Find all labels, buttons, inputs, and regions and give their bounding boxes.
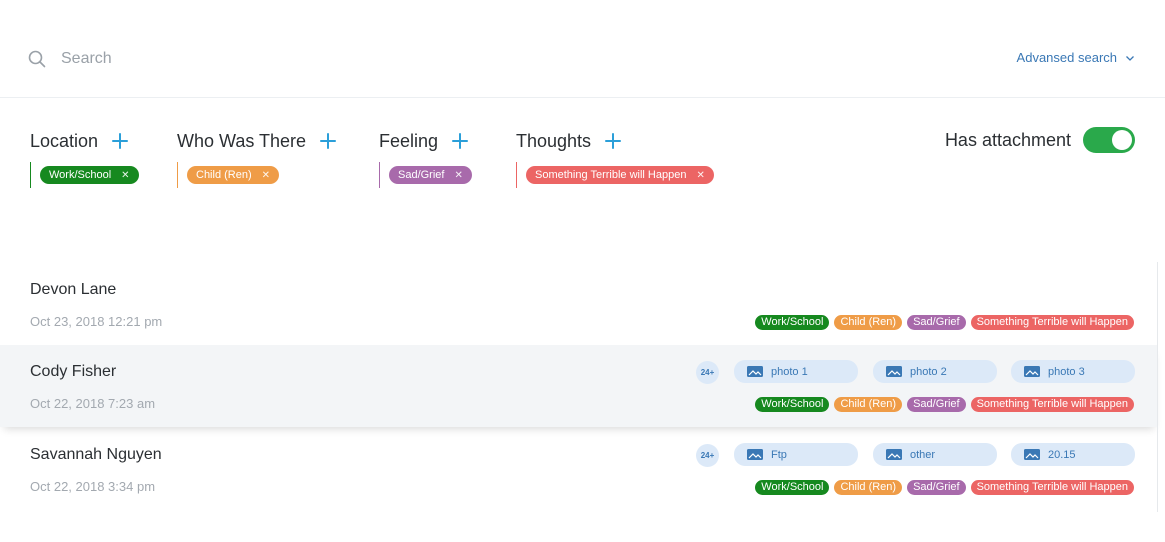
- entry-date: Oct 22, 2018 3:34 pm: [30, 479, 156, 494]
- filter-divider: [177, 162, 178, 188]
- attachment-chip[interactable]: other: [873, 443, 997, 466]
- advanced-search-label: Advansed search: [1016, 50, 1117, 65]
- close-icon[interactable]: ✕: [262, 170, 270, 181]
- list-item[interactable]: Savannah Nguyen Oct 22, 2018 3:34 pm 24+…: [0, 428, 1158, 510]
- filter-chip[interactable]: Child (Ren) ✕: [187, 166, 280, 184]
- chevron-down-icon: [1126, 55, 1134, 61]
- filter-who-was-there: Who Was There Child (Ren) ✕: [177, 130, 337, 188]
- tag-who: Child (Ren): [834, 397, 903, 412]
- filter-thoughts: Thoughts Something Terrible will Happen …: [516, 130, 714, 188]
- filter-chip-label: Child (Ren): [196, 169, 252, 181]
- advanced-search-button[interactable]: Advansed search: [1017, 50, 1135, 65]
- attachment-count-badge[interactable]: 24+: [696, 444, 719, 467]
- tag-location: Work/School: [755, 315, 830, 330]
- filter-chip[interactable]: Work/School ✕: [40, 166, 139, 184]
- attachment-chip[interactable]: photo 3: [1011, 360, 1135, 383]
- plus-icon[interactable]: [112, 133, 129, 149]
- attachment-chip[interactable]: Ftp: [734, 443, 858, 466]
- entry-tags: Work/School Child (Ren) Sad/Grief Someth…: [755, 315, 1134, 330]
- search-input[interactable]: [61, 47, 561, 71]
- has-attachment-filter: Has attachment: [945, 127, 1135, 153]
- entry-tags: Work/School Child (Ren) Sad/Grief Someth…: [755, 480, 1134, 495]
- attachment-label: 20.15: [1048, 448, 1076, 461]
- filter-chip[interactable]: Sad/Grief ✕: [389, 166, 472, 184]
- toggle-knob: [1112, 130, 1132, 150]
- image-icon: [886, 449, 902, 460]
- tag-feeling: Sad/Grief: [907, 397, 966, 412]
- close-icon[interactable]: ✕: [454, 170, 462, 181]
- tag-thoughts: Something Terrible will Happen: [970, 397, 1134, 412]
- entry-date: Oct 23, 2018 12:21 pm: [30, 314, 163, 329]
- filter-title: Feeling: [379, 130, 439, 151]
- filter-chip-label: Something Terrible will Happen: [535, 169, 687, 181]
- close-icon[interactable]: ✕: [121, 170, 129, 181]
- filter-divider: [30, 162, 31, 188]
- attachment-chip[interactable]: photo 1: [734, 360, 858, 383]
- plus-icon[interactable]: [605, 133, 622, 149]
- search-bar: Advansed search: [0, 0, 1165, 98]
- filter-feeling: Feeling Sad/Grief ✕: [379, 130, 472, 188]
- image-icon: [886, 366, 902, 377]
- filter-divider: [516, 162, 517, 188]
- tag-location: Work/School: [755, 480, 830, 495]
- image-icon: [1024, 449, 1040, 460]
- attachment-label: photo 1: [771, 365, 808, 378]
- entry-date: Oct 22, 2018 7:23 am: [30, 396, 156, 411]
- search-icon: [28, 50, 46, 68]
- filter-chip-label: Work/School: [49, 169, 112, 181]
- has-attachment-toggle[interactable]: [1083, 127, 1135, 153]
- entry-tags: Work/School Child (Ren) Sad/Grief Someth…: [755, 397, 1134, 412]
- filter-title: Who Was There: [177, 130, 307, 151]
- image-icon: [747, 449, 763, 460]
- image-icon: [1024, 366, 1040, 377]
- filter-title: Thoughts: [516, 130, 592, 151]
- attachment-label: other: [910, 448, 936, 461]
- filter-location: Location Work/School ✕: [30, 130, 139, 188]
- entry-name: Cody Fisher: [30, 363, 117, 380]
- attachment-count-badge[interactable]: 24+: [696, 361, 719, 384]
- filter-title: Location: [30, 130, 99, 151]
- attachment-chip[interactable]: photo 2: [873, 360, 997, 383]
- tag-who: Child (Ren): [834, 480, 903, 495]
- filter-chip-label: Sad/Grief: [398, 169, 445, 181]
- tag-thoughts: Something Terrible will Happen: [970, 315, 1134, 330]
- tag-feeling: Sad/Grief: [907, 480, 966, 495]
- plus-icon[interactable]: [452, 133, 469, 149]
- attachment-label: photo 2: [910, 365, 947, 378]
- tag-thoughts: Something Terrible will Happen: [970, 480, 1134, 495]
- close-icon[interactable]: ✕: [696, 170, 704, 181]
- list-item[interactable]: Cody Fisher Oct 22, 2018 7:23 am 24+ pho…: [0, 345, 1158, 427]
- plus-icon[interactable]: [320, 133, 337, 149]
- filter-chip[interactable]: Something Terrible will Happen ✕: [526, 166, 714, 184]
- attachment-chip[interactable]: 20.15: [1011, 443, 1135, 466]
- image-icon: [747, 366, 763, 377]
- entry-name: Devon Lane: [30, 281, 117, 298]
- tag-feeling: Sad/Grief: [907, 315, 966, 330]
- scrollbar[interactable]: [1157, 262, 1158, 512]
- tag-who: Child (Ren): [834, 315, 903, 330]
- filter-divider: [379, 162, 380, 188]
- has-attachment-label: Has attachment: [944, 129, 1071, 150]
- entry-name: Savannah Nguyen: [30, 446, 162, 463]
- attachment-label: photo 3: [1048, 365, 1085, 378]
- tag-location: Work/School: [755, 397, 830, 412]
- attachment-label: Ftp: [771, 448, 787, 461]
- list-item[interactable]: Devon Lane Oct 23, 2018 12:21 pm Work/Sc…: [0, 262, 1158, 344]
